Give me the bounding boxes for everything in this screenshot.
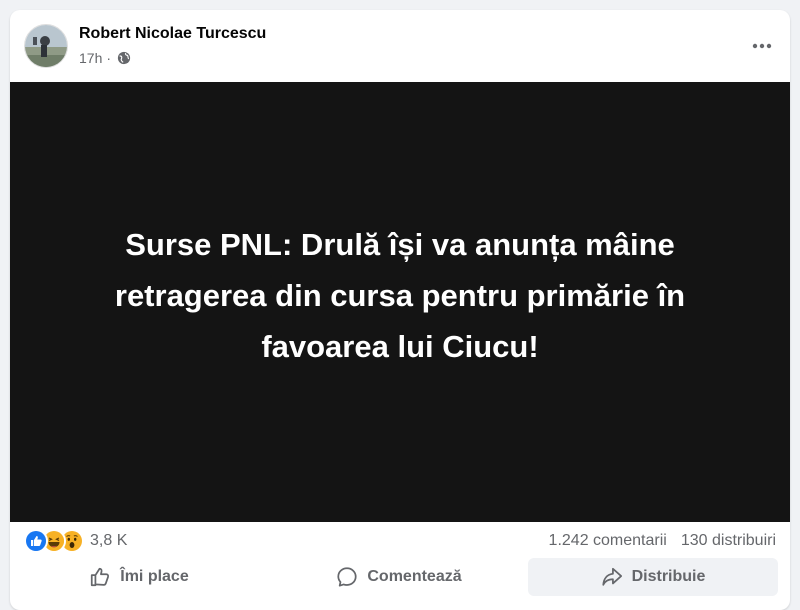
- thumbs-up-icon: [89, 566, 111, 588]
- headline-line: retragerea din cursa pentru primărie în: [114, 278, 686, 313]
- post-stats: 1.242 comentarii 130 distribuiri: [549, 532, 776, 550]
- meta-separator: ·: [106, 50, 112, 66]
- post-header: Robert Nicolae Turcescu 17h ·: [10, 10, 790, 82]
- headline-line: favoarea lui Ciucu!: [261, 329, 539, 364]
- more-horizontal-icon: [752, 43, 772, 49]
- comment-button-label: Comentează: [367, 568, 462, 585]
- avatar-photo: [25, 25, 67, 67]
- shares-count-link[interactable]: 130 distribuiri: [681, 532, 776, 550]
- share-button[interactable]: Distribuie: [528, 558, 778, 596]
- comment-bubble-icon: [336, 566, 358, 588]
- more-options-button[interactable]: [744, 28, 780, 64]
- share-arrow-icon: [601, 566, 623, 588]
- globe-icon: [117, 51, 131, 65]
- post-headline: Surse PNL: Drulă își va anunța mâine ret…: [70, 219, 730, 372]
- reaction-icons: [24, 529, 84, 553]
- post-time[interactable]: 17h: [79, 50, 102, 66]
- like-reaction-icon: [24, 529, 48, 553]
- author-name[interactable]: Robert Nicolae Turcescu: [79, 25, 266, 43]
- like-button-label: Îmi place: [120, 568, 189, 585]
- reactions-summary[interactable]: 3,8 K: [24, 529, 127, 553]
- reactions-row: 3,8 K 1.242 comentarii 130 distribuiri: [10, 524, 790, 558]
- comments-count-link[interactable]: 1.242 comentarii: [549, 532, 667, 550]
- like-button[interactable]: Îmi place: [14, 558, 264, 596]
- post-card: Robert Nicolae Turcescu 17h · Surse PNL:…: [10, 10, 790, 610]
- headline-line: Surse PNL: Drulă își va anunța mâine: [125, 227, 675, 262]
- actions-row: Îmi place Comentează Distribuie: [10, 558, 790, 598]
- comment-button[interactable]: Comentează: [274, 558, 524, 596]
- avatar[interactable]: [24, 24, 68, 68]
- post-meta: 17h ·: [79, 50, 131, 66]
- post-media[interactable]: Surse PNL: Drulă își va anunța mâine ret…: [10, 82, 790, 522]
- reaction-count: 3,8 K: [90, 532, 128, 549]
- share-button-label: Distribuie: [631, 568, 706, 585]
